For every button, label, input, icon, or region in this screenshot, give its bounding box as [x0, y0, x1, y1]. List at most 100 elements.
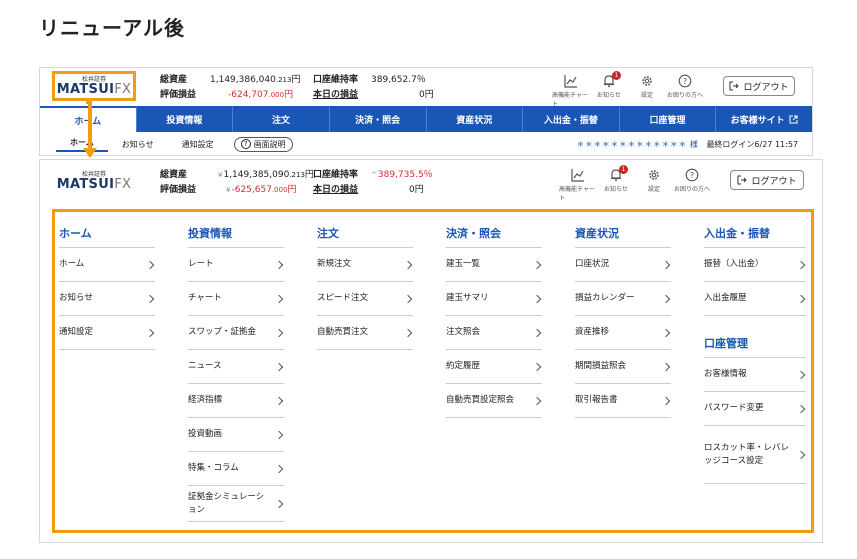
megamenu-item[interactable]: レート: [188, 248, 284, 282]
chevron-right-icon: [145, 294, 155, 303]
megamenu-heading[interactable]: 口座管理: [704, 330, 806, 358]
megamenu-item[interactable]: 損益カレンダー: [575, 282, 671, 316]
megamenu-item-label: 口座状況: [575, 259, 610, 269]
megamenu-item[interactable]: チャート: [188, 282, 284, 316]
logout-button-2[interactable]: ログアウト: [730, 170, 804, 190]
nav-account[interactable]: 口座管理: [620, 106, 717, 132]
logout-label-2: ログアウト: [751, 176, 797, 187]
megamenu-item[interactable]: 自動売買注文: [317, 316, 413, 350]
megamenu-item[interactable]: 通知設定: [59, 316, 155, 350]
matsui-fx-logo-2[interactable]: 松井証券 MATSUIFX: [52, 166, 136, 196]
megamenu-item[interactable]: お客様情報: [704, 358, 806, 392]
gear-icon: [642, 76, 652, 86]
megamenu-item[interactable]: ホーム: [59, 248, 155, 282]
megamenu-item[interactable]: スワップ・証拠金: [188, 316, 284, 350]
help-tool-label: お困りの方へ: [666, 92, 703, 99]
megamenu-item-label: 注文照会: [446, 327, 481, 337]
chevron-right-icon: [403, 260, 413, 269]
chart-line-icon: [571, 169, 584, 182]
megamenu-item[interactable]: 証拠金シミュレーション: [188, 486, 284, 522]
logo-main-text: MATSUIFX: [57, 82, 131, 97]
megamenu-item[interactable]: スピード注文: [317, 282, 413, 316]
total-assets-mark-2: ¥: [218, 171, 223, 179]
settings-tool-2[interactable]: 設定: [635, 168, 673, 193]
settings-tool[interactable]: 設定: [628, 74, 666, 99]
logo-main-text-2: MATSUIFX: [57, 176, 132, 192]
today-pl-label-2[interactable]: 本日の損益: [313, 182, 371, 195]
megamenu-item-label: 投資動画: [188, 429, 223, 439]
megamenu-item[interactable]: 取引報告書: [575, 384, 671, 418]
megamenu-item[interactable]: 投資動画: [188, 418, 284, 452]
notice-tool-2[interactable]: 1 お知らせ: [597, 165, 635, 193]
nav-customer-site[interactable]: お客様サイト: [716, 106, 812, 132]
chevron-right-icon: [661, 396, 671, 405]
help-tool[interactable]: ? お困りの方へ: [666, 74, 704, 99]
header-tools-2: 高機能チャート 1 お知らせ 設定 ? お困りの方へ: [559, 165, 711, 202]
megamenu-heading[interactable]: ホーム: [59, 220, 155, 248]
megamenu-item[interactable]: 建玉サマリ: [446, 282, 542, 316]
megamenu-item[interactable]: 建玉一覧: [446, 248, 542, 282]
subnav-home[interactable]: ホーム: [56, 137, 108, 152]
megamenu-heading[interactable]: 決済・照会: [446, 220, 542, 248]
megamenu-item-label: 経済指標: [188, 395, 223, 405]
logout-button[interactable]: ログアウト: [723, 76, 795, 96]
megamenu-item[interactable]: お知らせ: [59, 282, 155, 316]
help-tool-2[interactable]: ? お困りの方へ: [673, 168, 711, 193]
header-tools: 高機能チャート 1 お知らせ 設定 ? お困りの方へ: [552, 71, 704, 108]
megamenu-heading[interactable]: 投資情報: [188, 220, 284, 248]
chevron-right-icon: [403, 328, 413, 337]
megamenu-item-label: スピード注文: [317, 293, 369, 303]
chevron-right-icon: [661, 362, 671, 371]
megamenu-item[interactable]: 期間損益照会: [575, 350, 671, 384]
megamenu-heading[interactable]: 入出金・振替: [704, 220, 806, 248]
megamenu-heading[interactable]: 注文: [317, 220, 413, 248]
notice-badge-2: 1: [619, 165, 628, 174]
notice-badge: 1: [612, 71, 621, 80]
megamenu-column-4: 資産状況口座状況損益カレンダー資産推移 期間損益照会 取引報告書: [575, 220, 671, 418]
chart-tool-label-2: 高機能チャート: [559, 186, 595, 202]
logo-fx-text-2: FX: [114, 176, 132, 192]
chart-tool[interactable]: 高機能チャート: [552, 74, 590, 108]
megamenu-item[interactable]: 資産推移: [575, 316, 671, 350]
megamenu-item-label: パスワード変更: [704, 403, 764, 413]
nav-investment-info[interactable]: 投資情報: [137, 106, 234, 132]
header-bar-2: 松井証券 MATSUIFX 総資産 ¥1,149,385,090.213円 評価…: [40, 160, 822, 202]
megamenu-item[interactable]: 口座状況: [575, 248, 671, 282]
subnav-notice[interactable]: お知らせ: [108, 139, 168, 150]
chevron-right-icon: [403, 294, 413, 303]
chevron-right-icon: [532, 328, 542, 337]
subnav-notify-settings[interactable]: 通知設定: [168, 139, 228, 150]
megamenu-heading[interactable]: 資産状況: [575, 220, 671, 248]
pl-mark-2: ¥: [226, 186, 231, 194]
nav-deposit[interactable]: 入出金・振替: [523, 106, 620, 132]
user-name[interactable]: ＊＊＊＊＊＊＊＊＊＊＊＊＊ 様: [576, 139, 698, 150]
megamenu-column-2: 注文 新規注文スピード注文自動売買注文: [317, 220, 413, 350]
screen-help-button[interactable]: ? 画面説明: [233, 136, 293, 152]
notice-tool[interactable]: 1 お知らせ: [590, 71, 628, 99]
megamenu-item[interactable]: 注文照会: [446, 316, 542, 350]
megamenu-item[interactable]: パスワード変更: [704, 392, 806, 426]
megamenu-item[interactable]: 特集・コラム: [188, 452, 284, 486]
total-assets-label: 総資産: [160, 75, 188, 85]
today-pl-label[interactable]: 本日の損益: [313, 87, 371, 100]
chart-tool-2[interactable]: 高機能チャート: [559, 168, 597, 202]
megamenu-item[interactable]: 自動売買設定照会: [446, 384, 542, 418]
chevron-right-icon: [145, 260, 155, 269]
megamenu-item[interactable]: 振替（入出金）: [704, 248, 806, 282]
megamenu-item[interactable]: ニュース: [188, 350, 284, 384]
megamenu-item[interactable]: 新規注文: [317, 248, 413, 282]
nav-settlement[interactable]: 決済・照会: [330, 106, 427, 132]
megamenu-item-label: 建玉サマリ: [446, 293, 489, 303]
nav-assets[interactable]: 資産状況: [427, 106, 524, 132]
megamenu-item[interactable]: 約定履歴: [446, 350, 542, 384]
megamenu-item-label: 約定履歴: [446, 361, 481, 371]
matsui-fx-logo[interactable]: 松井証券 MATSUIFX: [52, 71, 136, 101]
megamenu-item[interactable]: 入出金履歴: [704, 282, 806, 316]
total-assets-main: 1,149,386,040: [210, 75, 276, 85]
megamenu-item[interactable]: 経済指標: [188, 384, 284, 418]
chevron-right-icon: [796, 294, 806, 303]
chevron-right-icon: [274, 294, 284, 303]
megamenu-item[interactable]: ロスカット率・レバレッジコース設定: [704, 426, 806, 484]
megamenu-item-label: 損益カレンダー: [575, 293, 635, 303]
nav-order[interactable]: 注文: [233, 106, 330, 132]
